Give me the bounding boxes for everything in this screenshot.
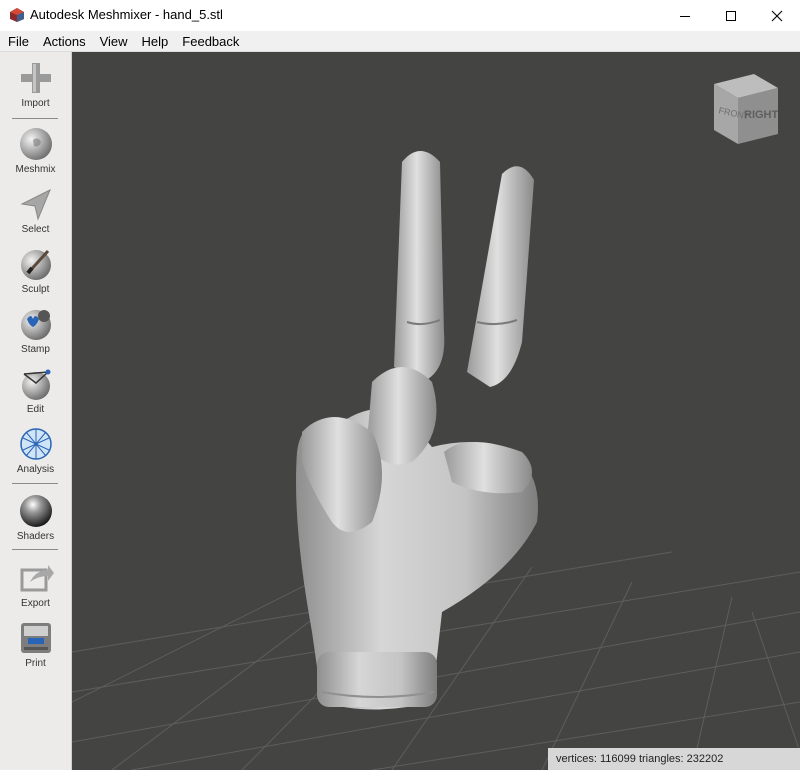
analysis-mesh-icon: [19, 428, 52, 460]
tool-meshmix-label: Meshmix: [15, 164, 56, 175]
tool-sculpt-label: Sculpt: [21, 284, 50, 295]
tool-analysis[interactable]: Analysis: [0, 426, 71, 475]
tool-sculpt[interactable]: Sculpt: [0, 246, 71, 295]
menu-help[interactable]: Help: [135, 34, 176, 49]
menu-file[interactable]: File: [0, 34, 36, 49]
plus-icon: [20, 63, 51, 93]
tool-shaders-label: Shaders: [16, 531, 55, 542]
shader-sphere-icon: [19, 495, 52, 527]
window-title: Autodesk Meshmixer - hand_5.stl: [30, 7, 223, 22]
toolbar-separator: [12, 483, 58, 484]
tool-import[interactable]: Import: [0, 60, 71, 109]
maximize-icon: [726, 10, 736, 21]
3d-viewport[interactable]: FRONT RIGHT vertices: 116099 triangles: …: [72, 52, 800, 770]
select-arrow-icon: [19, 188, 51, 221]
mesh-stats-status: vertices: 116099 triangles: 232202: [548, 748, 800, 770]
tool-print-label: Print: [25, 658, 46, 669]
tool-edit-label: Edit: [26, 404, 45, 415]
minimize-button[interactable]: [662, 0, 708, 31]
tool-stamp-label: Stamp: [21, 344, 50, 355]
meshmix-bunny-icon: [19, 128, 52, 160]
tool-sidebar: Import Meshmix Select Sculpt Stamp Edit …: [0, 52, 72, 770]
view-cube[interactable]: FRONT RIGHT: [714, 74, 779, 144]
scene-canvas[interactable]: FRONT RIGHT: [72, 52, 800, 770]
printer-icon: [20, 623, 51, 653]
toolbar-separator: [12, 549, 58, 550]
sculpt-brush-icon: [20, 249, 51, 280]
tool-export[interactable]: Export: [0, 560, 71, 609]
tool-analysis-label: Analysis: [16, 464, 55, 475]
hand-mesh[interactable]: [296, 151, 538, 710]
tool-import-label: Import: [21, 98, 50, 109]
minimize-icon: [680, 15, 690, 17]
maximize-button[interactable]: [708, 0, 754, 31]
toolbar-separator: [12, 118, 58, 119]
title-bar: Autodesk Meshmixer - hand_5.stl: [0, 0, 800, 31]
stamp-icon: [20, 310, 51, 340]
menu-view[interactable]: View: [93, 34, 135, 49]
close-button[interactable]: [754, 0, 800, 31]
menu-bar: File Actions View Help Feedback: [0, 31, 800, 52]
meshmixer-logo-icon: [10, 8, 24, 22]
edit-sphere-icon: [21, 369, 50, 400]
export-icon: [20, 565, 54, 592]
menu-feedback[interactable]: Feedback: [175, 34, 246, 49]
tool-meshmix[interactable]: Meshmix: [0, 126, 71, 175]
tool-select-label: Select: [21, 224, 50, 235]
tool-print[interactable]: Print: [0, 620, 71, 669]
menu-actions[interactable]: Actions: [36, 34, 93, 49]
tool-stamp[interactable]: Stamp: [0, 306, 71, 355]
tool-shaders[interactable]: Shaders: [0, 493, 71, 542]
close-icon: [771, 10, 783, 21]
view-cube-right-label: RIGHT: [744, 109, 779, 121]
tool-edit[interactable]: Edit: [0, 366, 71, 415]
tool-select[interactable]: Select: [0, 186, 71, 235]
tool-export-label: Export: [21, 598, 50, 609]
